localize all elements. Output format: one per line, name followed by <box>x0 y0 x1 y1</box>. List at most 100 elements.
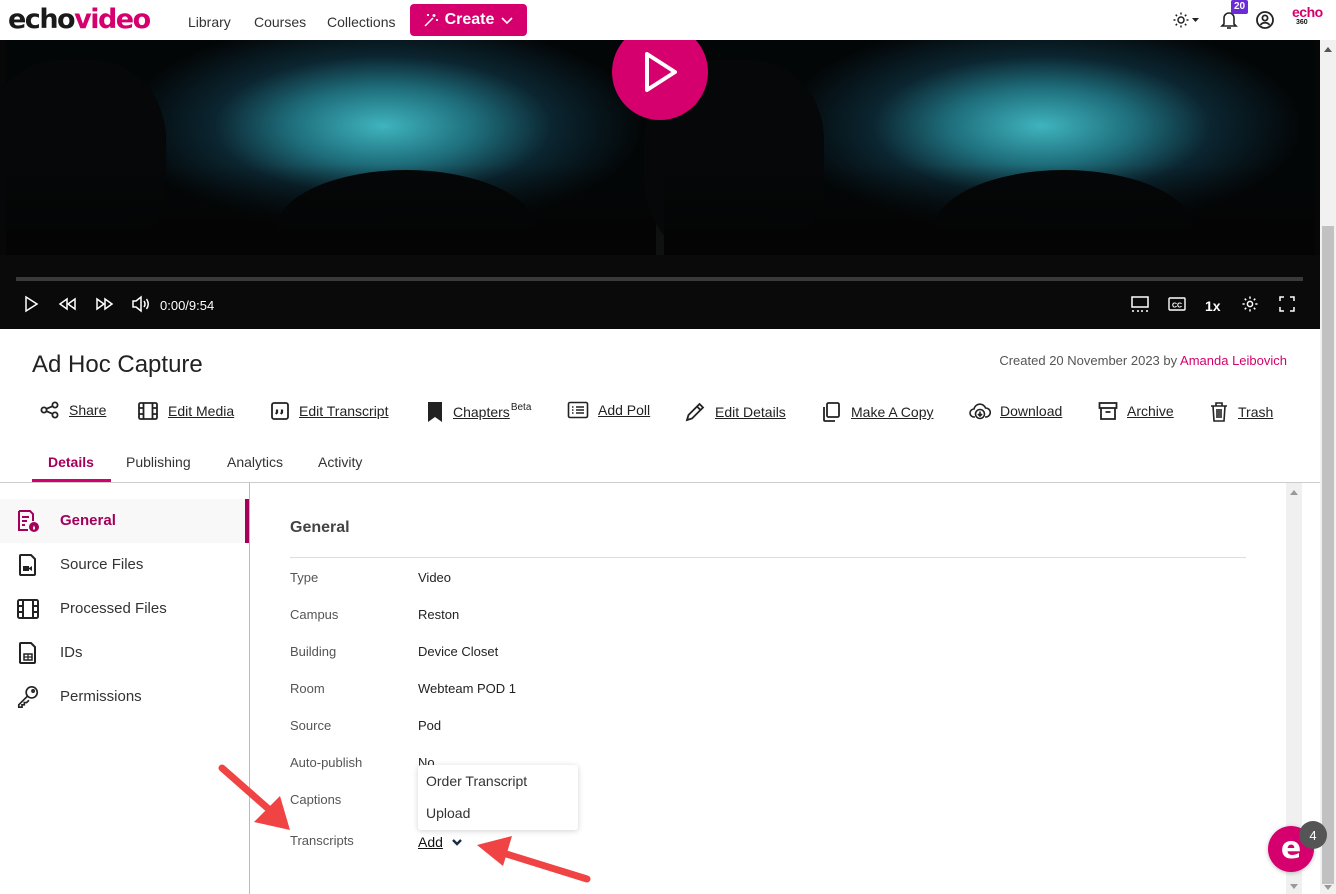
field-label-auto-publish: Auto-publish <box>290 755 363 770</box>
volume-button[interactable] <box>131 295 151 313</box>
add-poll-action[interactable]: Add Poll <box>567 401 650 419</box>
media-title: Ad Hoc Capture <box>32 351 203 378</box>
top-navigation-bar: echovideo Library Courses Collections Cr… <box>0 0 1336 40</box>
film-icon <box>138 402 158 420</box>
player-controls: 0:00/9:54 CC 1x <box>0 255 1320 329</box>
notification-count-badge: 20 <box>1231 0 1249 14</box>
field-label-type: Type <box>290 570 319 585</box>
copy-icon <box>823 402 840 422</box>
trash-action[interactable]: Trash <box>1209 401 1273 423</box>
sidebar-item-permissions[interactable]: Permissions <box>0 675 249 719</box>
chat-unread-badge: 4 <box>1299 821 1327 849</box>
fullscreen-icon <box>1279 296 1295 312</box>
chapters-action[interactable]: Chapters Beta <box>426 401 531 423</box>
video-player[interactable]: 0:00/9:54 CC 1x <box>0 40 1320 329</box>
document-info-icon <box>16 509 40 533</box>
field-value-building: Device Closet <box>418 644 499 659</box>
scroll-down-arrow[interactable] <box>1324 885 1332 890</box>
page-scrollbar[interactable] <box>1320 40 1336 894</box>
edit-details-action[interactable]: Edit Details <box>684 401 786 423</box>
echo360-brand-logo[interactable]: echo <box>1292 5 1323 19</box>
field-label-source: Source <box>290 718 332 733</box>
field-label-captions: Captions <box>290 792 342 807</box>
archive-action[interactable]: Archive <box>1098 401 1174 421</box>
section-title: General <box>290 519 350 536</box>
closed-captions-icon: CC <box>1168 297 1186 311</box>
video-pane-left[interactable] <box>0 40 656 290</box>
page-scrollbar-thumb[interactable] <box>1322 226 1334 884</box>
field-label-transcripts: Transcripts <box>290 833 354 848</box>
gear-icon <box>1242 296 1258 312</box>
fullscreen-button[interactable] <box>1278 295 1296 313</box>
scroll-down-arrow[interactable] <box>1290 884 1298 889</box>
table-file-icon <box>16 641 40 665</box>
list-icon <box>567 401 589 419</box>
download-action[interactable]: Download <box>969 401 1062 421</box>
fast-forward-button[interactable] <box>94 295 114 313</box>
field-label-campus: Campus <box>290 607 339 622</box>
play-button[interactable] <box>22 295 40 313</box>
author-link[interactable]: Amanda Leibovich <box>1180 353 1287 368</box>
tab-publishing[interactable]: Publishing <box>126 454 191 470</box>
details-sidebar: General Source Files Processed Files IDs… <box>0 483 250 894</box>
field-value-type: Video <box>418 570 452 585</box>
nav-collections-link[interactable]: Collections <box>327 14 395 30</box>
field-value-room: Webteam POD 1 <box>418 681 517 696</box>
general-details-panel: General Type Video Campus Reston Buildin… <box>251 483 1286 894</box>
fast-forward-icon <box>96 297 114 311</box>
nav-library-link[interactable]: Library <box>188 14 231 30</box>
make-a-copy-action[interactable]: Make A Copy <box>820 401 934 423</box>
playback-time: 0:00/9:54 <box>160 298 215 313</box>
beta-label: Beta <box>510 401 532 413</box>
archive-icon <box>1098 402 1118 420</box>
trash-icon <box>1211 402 1227 422</box>
scroll-up-arrow[interactable] <box>1290 490 1298 495</box>
user-circle-icon <box>1256 11 1274 29</box>
sidebar-item-processed-files[interactable]: Processed Files <box>0 587 249 631</box>
tab-details[interactable]: Details <box>48 454 94 470</box>
gear-icon <box>1173 12 1199 28</box>
account-button[interactable] <box>1255 10 1275 35</box>
video-scene <box>0 60 166 260</box>
tab-analytics[interactable]: Analytics <box>227 454 283 470</box>
created-info: Created 20 November 2023 by Amanda Leibo… <box>999 353 1287 368</box>
sidebar-item-general[interactable]: General <box>0 499 249 543</box>
seek-bar[interactable] <box>16 277 1303 281</box>
active-tab-indicator <box>32 479 111 482</box>
player-settings-button[interactable] <box>1241 295 1259 313</box>
chevron-down-icon <box>501 17 513 25</box>
echovideo-logo[interactable]: echovideo <box>8 3 151 37</box>
svg-text:CC: CC <box>1172 303 1182 310</box>
quote-icon <box>271 402 289 420</box>
section-divider <box>290 557 1246 558</box>
key-icon <box>16 685 40 709</box>
cloud-download-icon <box>969 403 991 420</box>
video-pane-right[interactable] <box>644 40 1315 290</box>
tab-activity[interactable]: Activity <box>318 454 362 470</box>
pencil-icon <box>685 402 705 422</box>
sidebar-item-source-files[interactable]: Source Files <box>0 543 249 587</box>
menu-item-order-transcript[interactable]: Order Transcript <box>426 773 527 789</box>
scroll-up-arrow[interactable] <box>1324 47 1332 52</box>
edit-media-action[interactable]: Edit Media <box>137 401 234 421</box>
field-label-building: Building <box>290 644 337 659</box>
playback-speed-button[interactable]: 1x <box>1205 298 1221 314</box>
nav-courses-link[interactable]: Courses <box>254 14 306 30</box>
rewind-icon <box>58 297 76 311</box>
rewind-button[interactable] <box>58 295 78 313</box>
field-label-room: Room <box>290 681 325 696</box>
film-icon <box>16 597 40 621</box>
volume-icon <box>132 295 149 313</box>
add-transcript-dropdown-toggle[interactable]: Add <box>418 834 463 850</box>
sidebar-item-ids[interactable]: IDs <box>0 631 249 675</box>
bookmark-icon <box>428 402 442 422</box>
menu-item-upload[interactable]: Upload <box>426 805 470 821</box>
share-action[interactable]: Share <box>40 401 106 419</box>
layout-button[interactable] <box>1130 295 1150 313</box>
magic-wand-icon <box>424 14 438 27</box>
create-button[interactable]: Create <box>410 4 527 36</box>
captions-button[interactable]: CC <box>1167 295 1187 313</box>
edit-transcript-action[interactable]: Edit Transcript <box>270 401 388 421</box>
settings-menu-button[interactable] <box>1172 10 1202 35</box>
video-file-icon <box>16 553 40 577</box>
